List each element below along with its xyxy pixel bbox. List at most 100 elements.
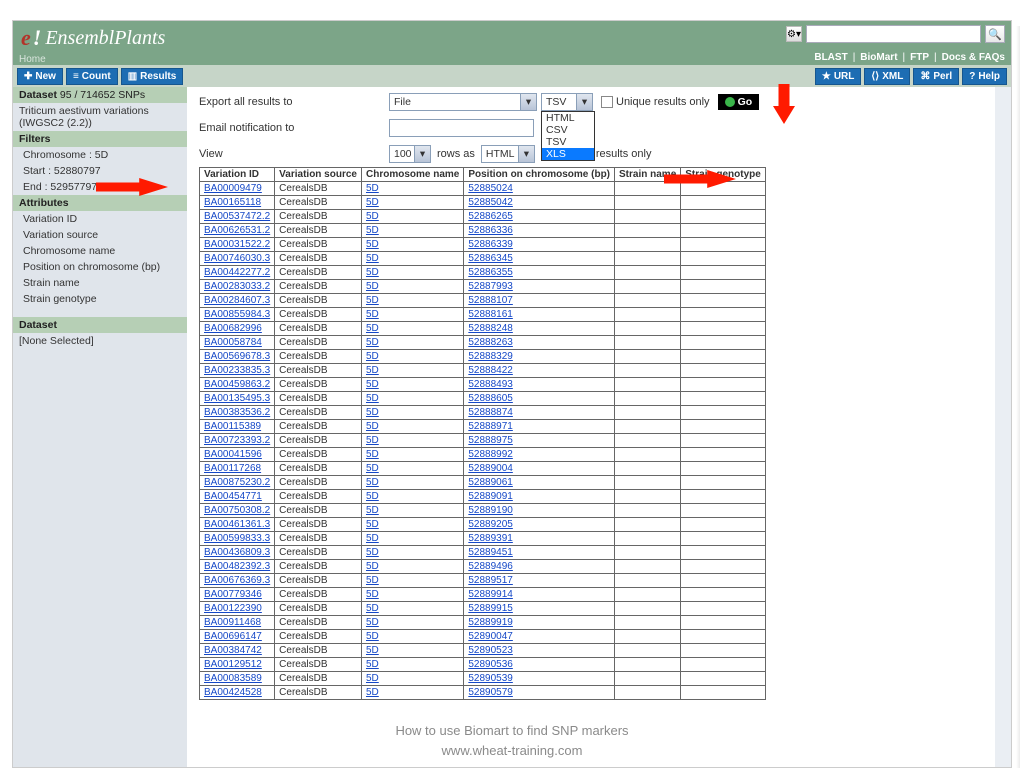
pos-link[interactable]: 52888874 [468,407,513,418]
chr-link[interactable]: 5D [366,519,379,530]
variation-link[interactable]: BA00165118 [204,197,261,208]
btn-url[interactable]: ★URL [815,68,862,85]
chr-link[interactable]: 5D [366,659,379,670]
variation-link[interactable]: BA00482392.3 [204,561,270,572]
home-link[interactable]: Home [19,54,46,65]
variation-link[interactable]: BA00122390 [204,603,262,614]
variation-link[interactable]: BA00626531.2 [204,225,270,236]
btn-results[interactable]: ▥Results [121,68,184,85]
sidebar-attr-head[interactable]: Attributes [13,195,187,211]
chr-link[interactable]: 5D [366,211,379,222]
sidebar-attr[interactable]: Strain name [13,275,187,291]
variation-link[interactable]: BA00115389 [204,421,261,432]
pos-link[interactable]: 52889915 [468,603,513,614]
btn-perl[interactable]: ⌘Perl [913,68,959,85]
chr-link[interactable]: 5D [366,435,379,446]
variation-link[interactable]: BA00383536.2 [204,407,270,418]
sidebar-attr[interactable]: Position on chromosome (bp) [13,259,187,275]
chr-link[interactable]: 5D [366,393,379,404]
format-select[interactable]: TSV▾ HTMLCSVTSVXLS [541,93,593,111]
variation-link[interactable]: BA00454771 [204,491,262,502]
chr-link[interactable]: 5D [366,547,379,558]
variation-link[interactable]: BA00284607.3 [204,295,270,306]
pos-link[interactable]: 52888161 [468,309,513,320]
sidebar-attr[interactable]: Strain genotype [13,291,187,307]
variation-link[interactable]: BA00384742 [204,645,262,656]
btn-help[interactable]: ?Help [962,68,1007,85]
chr-link[interactable]: 5D [366,281,379,292]
chr-link[interactable]: 5D [366,673,379,684]
variation-link[interactable]: BA00009479 [204,183,262,194]
pos-link[interactable]: 52886345 [468,253,513,264]
variation-link[interactable]: BA00135495.3 [204,393,270,404]
variation-link[interactable]: BA00083589 [204,673,262,684]
pos-link[interactable]: 52888493 [468,379,513,390]
fmt-option-csv[interactable]: CSV [542,124,594,136]
variation-link[interactable]: BA00461361.3 [204,519,270,530]
pos-link[interactable]: 52889451 [468,547,513,558]
chr-link[interactable]: 5D [366,575,379,586]
variation-link[interactable]: BA00233835.3 [204,365,270,376]
email-input[interactable] [389,119,534,137]
chr-link[interactable]: 5D [366,365,379,376]
chr-link[interactable]: 5D [366,379,379,390]
variation-link[interactable]: BA00442277.2 [204,267,270,278]
chr-link[interactable]: 5D [366,337,379,348]
pos-link[interactable]: 52890047 [468,631,513,642]
pos-link[interactable]: 52889496 [468,561,513,572]
chr-link[interactable]: 5D [366,253,379,264]
chr-link[interactable]: 5D [366,197,379,208]
pos-link[interactable]: 52888605 [468,393,513,404]
chr-link[interactable]: 5D [366,239,379,250]
sidebar-filters-head[interactable]: Filters [13,131,187,147]
chr-link[interactable]: 5D [366,603,379,614]
pos-link[interactable]: 52889061 [468,477,513,488]
unique-checkbox-1[interactable] [601,96,613,108]
btn-count[interactable]: ≡Count [66,68,118,85]
chr-link[interactable]: 5D [366,183,379,194]
variation-link[interactable]: BA00723393.2 [204,435,270,446]
chr-link[interactable]: 5D [366,421,379,432]
chr-link[interactable]: 5D [366,561,379,572]
sidebar-filter[interactable]: Start : 52880797 [13,163,187,179]
chr-link[interactable]: 5D [366,491,379,502]
top-link-ftp[interactable]: FTP [910,52,929,63]
pos-link[interactable]: 52887993 [468,281,513,292]
pos-link[interactable]: 52886355 [468,267,513,278]
pos-link[interactable]: 52886336 [468,225,513,236]
chr-link[interactable]: 5D [366,687,379,698]
sidebar-dataset-name[interactable]: Triticum aestivum variations (IWGSC2 (2.… [13,103,187,131]
sidebar-dataset2-val[interactable]: [None Selected] [13,333,187,349]
pos-link[interactable]: 52885024 [468,183,513,194]
sidebar-attr[interactable]: Variation ID [13,211,187,227]
search-input[interactable] [806,25,981,43]
variation-link[interactable]: BA00875230.2 [204,477,270,488]
search-button[interactable]: 🔍 [985,25,1005,43]
sidebar-attr[interactable]: Chromosome name [13,243,187,259]
variation-link[interactable]: BA00855984.3 [204,309,270,320]
pos-link[interactable]: 52890579 [468,687,513,698]
chr-link[interactable]: 5D [366,225,379,236]
variation-link[interactable]: BA00058784 [204,337,262,348]
pos-link[interactable]: 52885042 [468,197,513,208]
go-button[interactable]: Go [718,94,760,110]
chr-link[interactable]: 5D [366,589,379,600]
top-link-blast[interactable]: BLAST [814,52,847,63]
chr-link[interactable]: 5D [366,533,379,544]
variation-link[interactable]: BA00599833.3 [204,533,270,544]
variation-link[interactable]: BA00436809.3 [204,547,270,558]
rows-select[interactable]: 100▾ [389,145,431,163]
page-fmt-select[interactable]: HTML▾ [481,145,535,163]
pos-link[interactable]: 52888992 [468,449,513,460]
variation-link[interactable]: BA00283033.2 [204,281,270,292]
pos-link[interactable]: 52890536 [468,659,513,670]
chr-link[interactable]: 5D [366,631,379,642]
variation-link[interactable]: BA00424528 [204,687,262,698]
fmt-option-tsv[interactable]: TSV [542,136,594,148]
variation-link[interactable]: BA00746030.3 [204,253,270,264]
pos-link[interactable]: 52888329 [468,351,513,362]
variation-link[interactable]: BA00779346 [204,589,262,600]
chr-link[interactable]: 5D [366,267,379,278]
pos-link[interactable]: 52889391 [468,533,513,544]
chr-link[interactable]: 5D [366,449,379,460]
